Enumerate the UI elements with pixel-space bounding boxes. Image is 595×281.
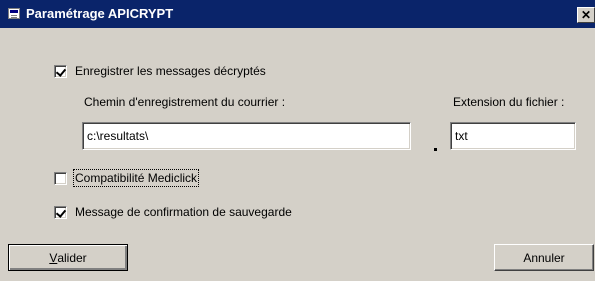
path-input[interactable] <box>82 122 411 150</box>
extension-separator <box>434 148 437 151</box>
mediclick-label[interactable]: Compatibilité Mediclick <box>72 169 200 187</box>
settings-dialog: Paramétrage APICRYPT ✕ Enregistrer les m… <box>0 0 595 281</box>
validate-mnemonic: V <box>49 250 58 265</box>
close-icon[interactable]: ✕ <box>577 7 595 23</box>
extension-input[interactable] <box>450 122 576 150</box>
confirm-save-label[interactable]: Message de confirmation de sauvegarde <box>75 205 292 219</box>
save-decrypted-checkbox[interactable] <box>54 65 67 78</box>
save-decrypted-label[interactable]: Enregistrer les messages décryptés <box>75 64 266 78</box>
cancel-button[interactable]: Annuler <box>494 244 594 271</box>
confirm-save-checkbox[interactable] <box>54 206 67 219</box>
validate-label-rest: alider <box>57 250 87 265</box>
validate-button[interactable]: Valider <box>8 244 128 271</box>
app-window-icon[interactable] <box>8 8 20 19</box>
extension-label: Extension du fichier : <box>453 95 565 109</box>
title-bar[interactable]: Paramétrage APICRYPT ✕ <box>0 0 595 28</box>
window-title: Paramétrage APICRYPT <box>26 6 174 21</box>
mediclick-checkbox[interactable] <box>54 172 67 185</box>
path-label: Chemin d'enregistrement du courrier : <box>84 95 286 109</box>
